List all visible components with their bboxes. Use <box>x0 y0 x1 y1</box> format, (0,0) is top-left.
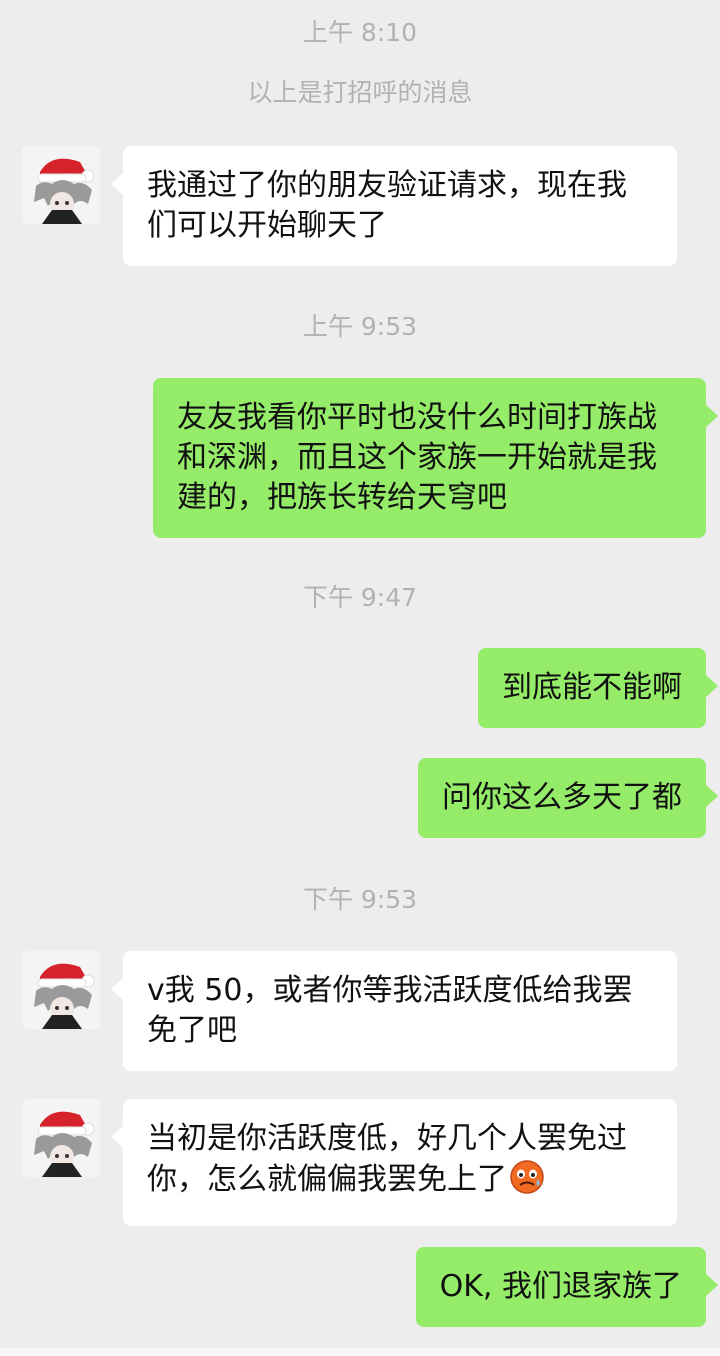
avatar-santa-hat-icon <box>22 146 100 224</box>
angry-sweat-emoji-icon <box>509 1159 545 1206</box>
contact-avatar[interactable] <box>22 1099 100 1177</box>
bottom-edge <box>0 1348 720 1356</box>
message-bubble-outgoing[interactable]: 到底能不能啊 <box>478 648 718 728</box>
timestamp: 下午 9:47 <box>302 583 418 612</box>
message-bubble-incoming[interactable]: 我通过了你的朋友验证请求，现在我们可以开始聊天了 <box>111 146 677 266</box>
system-note: 以上是打招呼的消息 <box>247 78 473 107</box>
avatar-santa-hat-icon <box>22 951 100 1029</box>
contact-avatar[interactable] <box>22 146 100 224</box>
message-bubble-outgoing[interactable]: 问你这么多天了都 <box>418 758 718 838</box>
message-bubble-outgoing[interactable]: OK, 我们退家族了 <box>415 1247 719 1327</box>
avatar-santa-hat-icon <box>22 1099 100 1177</box>
timestamp: 上午 9:53 <box>302 312 418 341</box>
message-bubble-incoming[interactable]: v我 50，或者你等我活跃度低给我罢免了吧 <box>111 951 677 1071</box>
message-bubble-outgoing[interactable]: 友友我看你平时也没什么时间打族战和深渊，而且这个家族一开始就是我建的，把族长转给… <box>153 378 718 538</box>
timestamp: 下午 9:53 <box>302 885 418 914</box>
message-text: 当初是你活跃度低，好几个人罢免过你，怎么就偏偏我罢免上了 <box>147 1121 627 1197</box>
timestamp: 上午 8:10 <box>302 18 418 47</box>
contact-avatar[interactable] <box>22 951 100 1029</box>
message-bubble-incoming[interactable]: 当初是你活跃度低，好几个人罢免过你，怎么就偏偏我罢免上了 <box>111 1099 677 1226</box>
